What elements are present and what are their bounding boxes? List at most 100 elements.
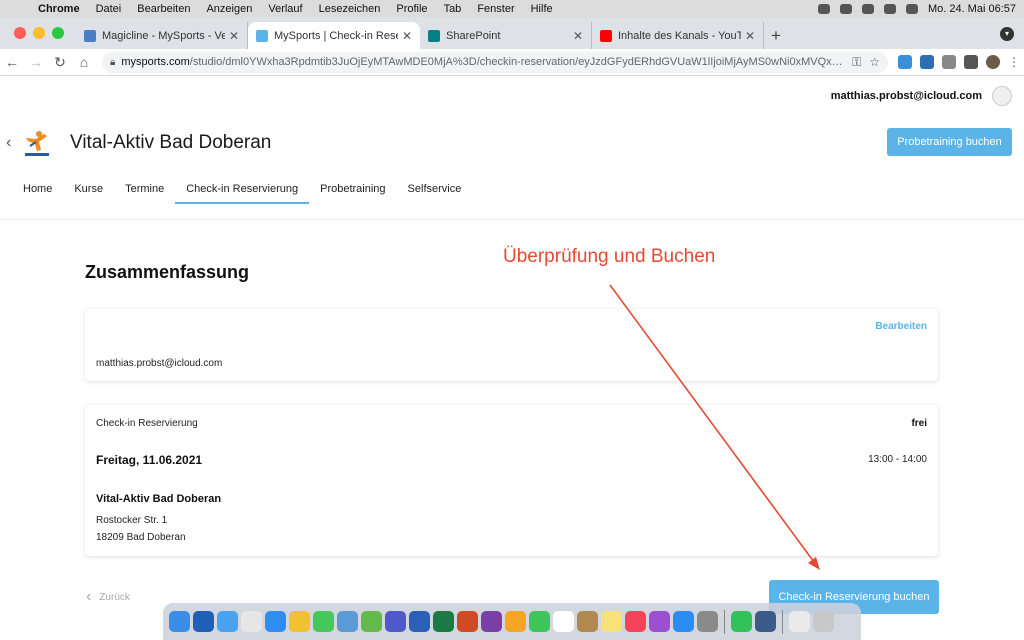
menu-profile[interactable]: Profile	[388, 3, 435, 15]
home-icon[interactable]: ⌂	[72, 54, 96, 70]
menu-verlauf[interactable]: Verlauf	[260, 3, 310, 15]
profile-avatar[interactable]	[986, 55, 1000, 69]
menu-anzeigen[interactable]: Anzeigen	[198, 3, 260, 15]
dock-separator	[724, 609, 725, 634]
user-email[interactable]: matthias.probst@icloud.com	[831, 90, 982, 102]
nav-checkin-reservierung[interactable]: Check-in Reservierung	[175, 176, 310, 204]
nav-termine[interactable]: Termine	[114, 176, 175, 202]
maps-icon[interactable]	[361, 611, 382, 632]
menu-bearbeiten[interactable]: Bearbeiten	[129, 3, 198, 15]
url-input[interactable]: 🔒︎ mysports.com /studio/dml0YWxha3Rpdmti…	[102, 51, 888, 73]
reservation-card: Check-in Reservierung frei Freitag, 11.0…	[85, 405, 938, 556]
more-menu-icon[interactable]: ⋮	[1008, 55, 1020, 69]
cloud-icon[interactable]	[817, 3, 830, 14]
powerpoint-icon[interactable]	[457, 611, 478, 632]
finder-icon[interactable]	[169, 611, 190, 632]
system-preferences-icon[interactable]	[697, 611, 718, 632]
youtube-favicon-icon	[600, 29, 612, 42]
podcasts-icon[interactable]	[649, 611, 670, 632]
messages-icon[interactable]	[313, 611, 334, 632]
menu-datei[interactable]: Datei	[88, 3, 130, 15]
app-store-icon[interactable]	[673, 611, 694, 632]
contacts-icon[interactable]	[577, 611, 598, 632]
outlook-icon[interactable]	[193, 611, 214, 632]
nav-probetraining[interactable]: Probetraining	[309, 176, 396, 202]
back-arrow-icon[interactable]: ←	[0, 54, 24, 70]
tab-title: Inhalte des Kanals - YouTube S	[618, 29, 741, 42]
url-host: mysports.com	[121, 56, 190, 68]
bookmark-star-icon[interactable]: ☆	[869, 55, 880, 70]
page-content: matthias.probst@icloud.com ‹ Vital-Aktiv…	[0, 76, 1024, 640]
close-tab-icon[interactable]: ✕	[229, 29, 239, 43]
menu-hilfe[interactable]: Hilfe	[523, 3, 561, 15]
chevron-left-icon: ‹	[86, 588, 92, 605]
preview-icon[interactable]	[755, 611, 776, 632]
magicline-favicon-icon	[84, 29, 96, 42]
close-window-icon[interactable]	[14, 27, 26, 39]
reservation-time: 13:00 - 14:00	[868, 454, 927, 465]
onedrive-extension-icon[interactable]	[898, 55, 912, 69]
photos-icon[interactable]	[505, 611, 526, 632]
wifi-icon[interactable]	[883, 3, 896, 14]
key-icon[interactable]: ⚿	[852, 55, 861, 70]
edit-link[interactable]: Bearbeiten	[875, 321, 927, 332]
tab-title: SharePoint	[446, 29, 501, 42]
onenote-icon[interactable]	[481, 611, 502, 632]
minimize-window-icon[interactable]	[33, 27, 45, 39]
calendar-icon[interactable]	[553, 611, 574, 632]
back-button[interactable]: ‹ Zurück	[86, 588, 130, 606]
chrome-icon[interactable]	[289, 611, 310, 632]
menu-fenster[interactable]: Fenster	[469, 3, 522, 15]
tab-sharepoint[interactable]: SharePoint ✕	[420, 22, 592, 49]
tab-title: Magicline - MySports - Verwalt	[102, 29, 225, 42]
user-avatar[interactable]	[992, 86, 1012, 106]
battery-icon[interactable]	[861, 3, 874, 14]
extensions-area: ⋮	[894, 55, 1024, 69]
puzzle-extensions-icon[interactable]	[964, 55, 978, 69]
safari-icon[interactable]	[265, 611, 286, 632]
main-nav: Home Kurse Termine Check-in Reservierung…	[12, 176, 473, 204]
menu-lesezeichen[interactable]: Lesezeichen	[311, 3, 389, 15]
annotation-text: Überprüfung und Buchen	[503, 246, 716, 267]
mail-icon[interactable]	[217, 611, 238, 632]
macos-menubar: Chrome Datei Bearbeiten Anzeigen Verlauf…	[0, 0, 1024, 17]
extension-icon[interactable]	[942, 55, 956, 69]
new-tab-button[interactable]: +	[764, 22, 788, 49]
tab-search-icon[interactable]: ▾	[1000, 27, 1014, 41]
close-tab-icon[interactable]: ✕	[745, 29, 755, 43]
music-icon[interactable]	[625, 611, 646, 632]
contact-card: Bearbeiten matthias.probst@icloud.com	[85, 309, 938, 381]
zoom-window-icon[interactable]	[52, 27, 64, 39]
trash-icon[interactable]	[813, 611, 834, 632]
excel-icon[interactable]	[433, 611, 454, 632]
downloads-stack-icon[interactable]	[789, 611, 810, 632]
extension-icon[interactable]	[920, 55, 934, 69]
tab-magicline[interactable]: Magicline - MySports - Verwalt ✕	[76, 22, 248, 49]
nav-home[interactable]: Home	[12, 176, 63, 202]
dropbox-icon[interactable]	[839, 3, 852, 14]
close-tab-icon[interactable]: ✕	[573, 29, 583, 43]
nav-kurse[interactable]: Kurse	[63, 176, 114, 202]
tab-youtube[interactable]: Inhalte des Kanals - YouTube S ✕	[592, 22, 764, 49]
tab-strip: Magicline - MySports - Verwalt ✕ MySport…	[0, 17, 1024, 49]
menu-tab[interactable]: Tab	[436, 3, 470, 15]
control-center-icon[interactable]	[905, 3, 918, 14]
back-label: Zurück	[99, 591, 130, 603]
lock-icon[interactable]: 🔒︎	[110, 57, 115, 68]
facetime-icon[interactable]	[529, 611, 550, 632]
tab-mysports-checkin[interactable]: MySports | Check-in Reservierung ✕	[248, 22, 420, 49]
forward-arrow-icon[interactable]: →	[24, 54, 48, 70]
nav-selfservice[interactable]: Selfservice	[397, 176, 473, 202]
menubar-clock[interactable]: Mo. 24. Mai 06:57	[928, 3, 1016, 15]
menu-app-name[interactable]: Chrome	[30, 3, 88, 15]
whatsapp-icon[interactable]	[731, 611, 752, 632]
word-icon[interactable]	[409, 611, 430, 632]
photos-app-icon[interactable]	[337, 611, 358, 632]
close-tab-icon[interactable]: ✕	[402, 29, 412, 43]
notes-icon[interactable]	[601, 611, 622, 632]
launchpad-icon[interactable]	[241, 611, 262, 632]
teams-icon[interactable]	[385, 611, 406, 632]
probetraining-button[interactable]: Probetraining buchen	[887, 128, 1012, 156]
back-chevron-icon[interactable]: ‹	[6, 134, 20, 152]
reload-icon[interactable]: ↻	[48, 54, 72, 71]
